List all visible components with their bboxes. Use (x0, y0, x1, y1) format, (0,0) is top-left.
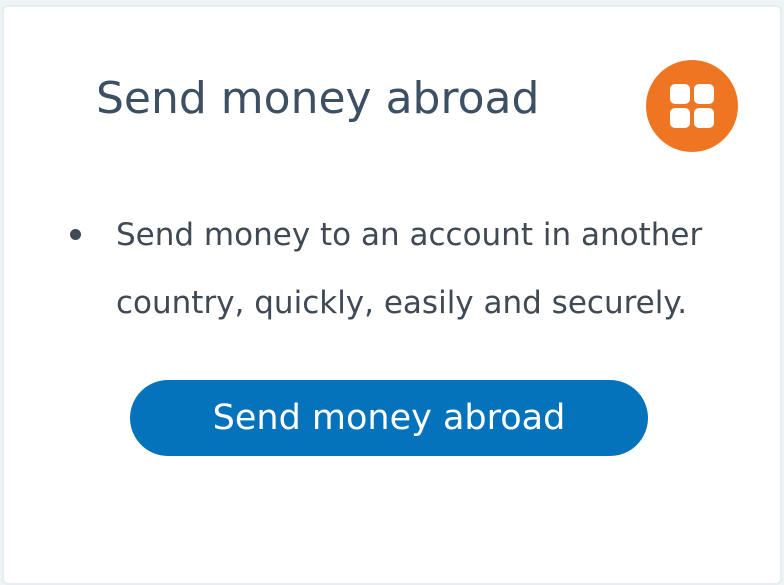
bullet-line-1: Send money to an account in another (116, 217, 703, 253)
send-money-abroad-button[interactable]: Send money abroad (130, 380, 648, 456)
bullet-line-2: country, quickly, easily and securely. (116, 285, 688, 321)
four-squares-grid-icon (646, 60, 738, 152)
list-item: Send money to an account in another coun… (70, 201, 750, 337)
card-title: Send money abroad (96, 73, 540, 124)
feature-bullet-list: Send money to an account in another coun… (70, 201, 750, 337)
send-money-card: Send money abroad Send money to an accou… (2, 5, 782, 585)
bullet-dot-icon (70, 229, 81, 240)
